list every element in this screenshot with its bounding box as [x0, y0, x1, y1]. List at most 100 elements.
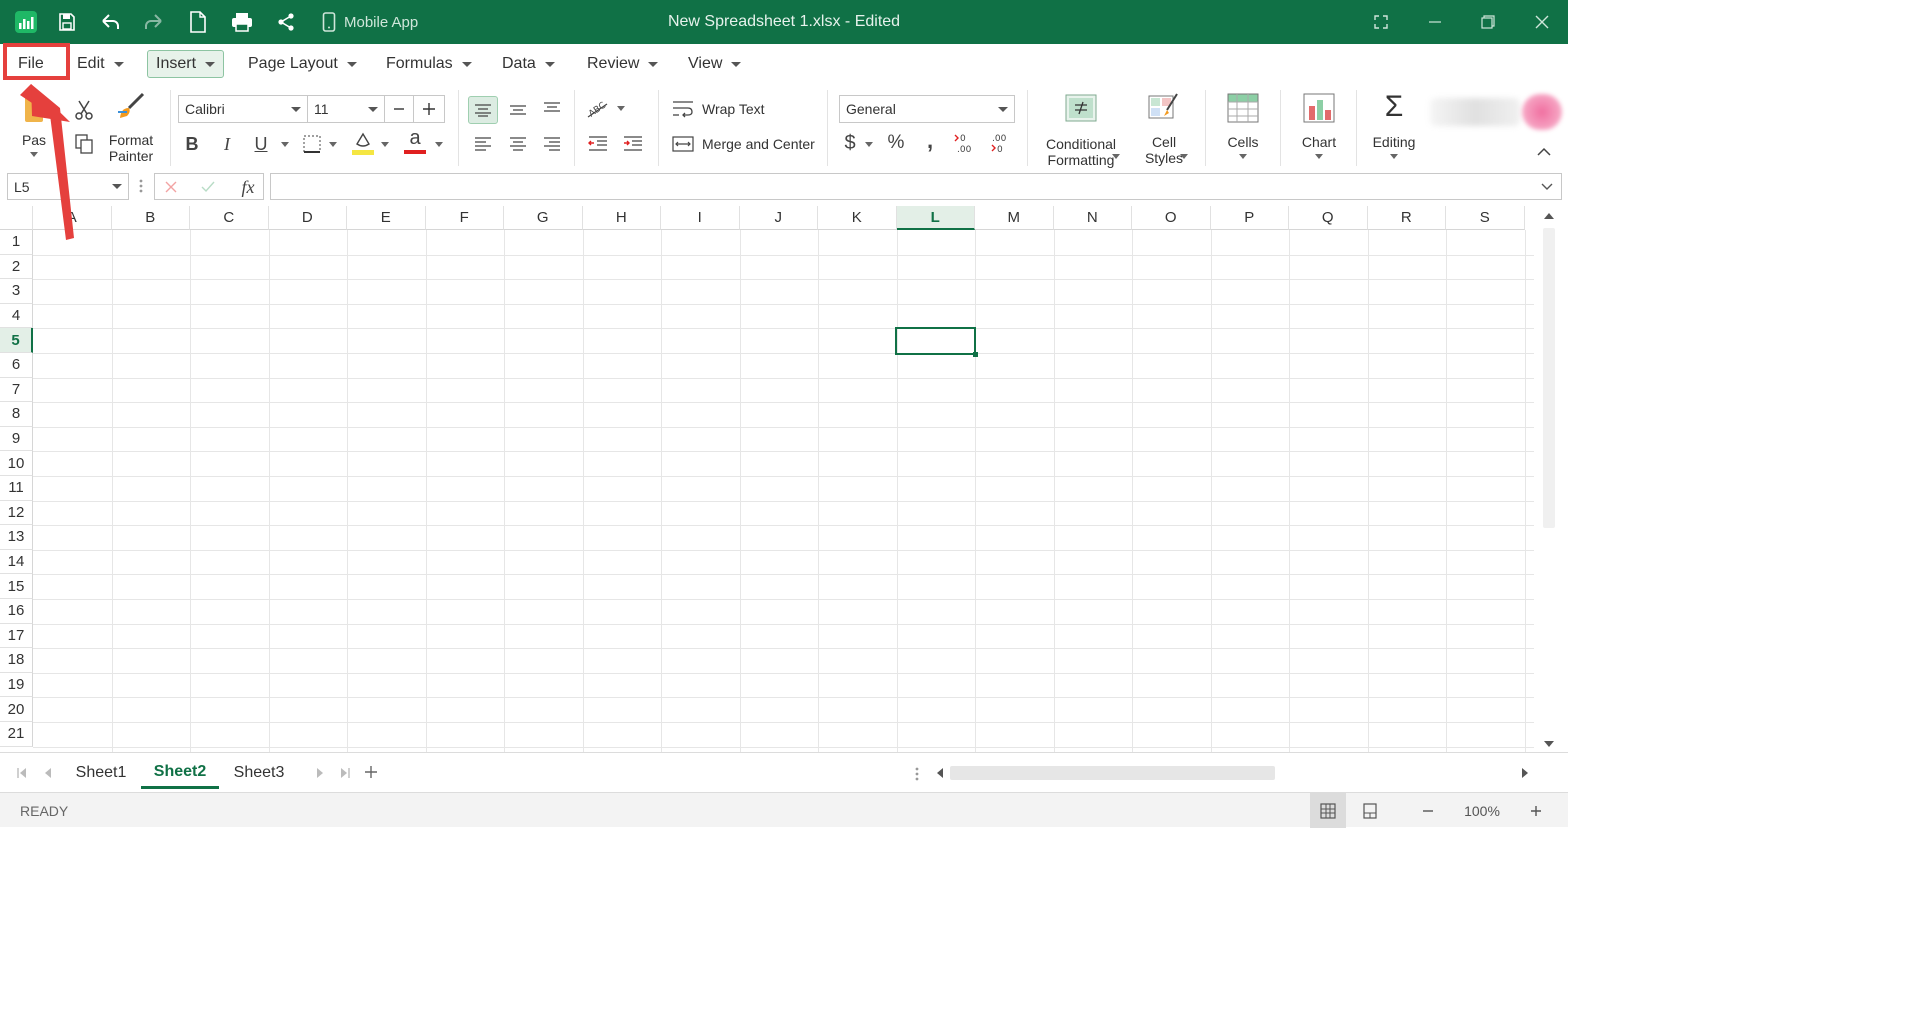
merge-center-button[interactable]: Merge and Center — [672, 135, 815, 153]
selected-cell[interactable] — [894, 327, 976, 355]
underline-dropdown[interactable] — [278, 132, 292, 156]
column-header[interactable]: M — [975, 206, 1054, 230]
row-header[interactable]: 5 — [0, 328, 33, 353]
font-color-dropdown[interactable] — [432, 132, 446, 156]
row-header[interactable]: 8 — [0, 402, 33, 427]
decrease-decimal-button[interactable]: .00 0 — [987, 130, 1013, 156]
fill-color-dropdown[interactable] — [378, 132, 392, 156]
tab-splitter-icon[interactable] — [912, 765, 922, 783]
add-sheet-icon[interactable] — [361, 762, 381, 782]
row-header[interactable]: 15 — [0, 574, 33, 599]
align-right-button[interactable] — [539, 132, 565, 156]
menu-formulas[interactable]: Formulas — [378, 50, 480, 78]
expand-formula-icon[interactable] — [1539, 179, 1555, 195]
select-all-corner[interactable] — [0, 206, 33, 230]
cut-icon[interactable] — [72, 98, 96, 122]
increase-indent-button[interactable] — [619, 132, 647, 156]
sheet-tab-2[interactable]: Sheet2 — [141, 757, 219, 789]
number-format-select[interactable]: General — [839, 95, 1015, 123]
menu-view[interactable]: View — [680, 50, 749, 78]
restore-icon[interactable] — [1477, 0, 1499, 44]
align-top-button[interactable] — [468, 96, 498, 124]
row-header[interactable]: 10 — [0, 451, 33, 476]
scroll-left-icon[interactable] — [934, 766, 946, 780]
column-header[interactable]: H — [582, 206, 661, 230]
paste-button[interactable]: Pas — [16, 90, 52, 157]
scroll-up-icon[interactable] — [1543, 210, 1555, 222]
menu-review[interactable]: Review — [579, 50, 666, 78]
cancel-icon[interactable] — [160, 176, 182, 198]
minimize-icon[interactable] — [1424, 0, 1446, 44]
row-header[interactable]: 18 — [0, 648, 33, 673]
sheet-tab-3[interactable]: Sheet3 — [224, 757, 294, 789]
row-header[interactable]: 16 — [0, 599, 33, 624]
undo-icon[interactable] — [97, 0, 123, 44]
column-header[interactable]: F — [425, 206, 504, 230]
font-name-select[interactable]: Calibri — [178, 95, 308, 123]
collapse-ribbon-icon[interactable] — [1534, 142, 1554, 162]
first-sheet-icon[interactable] — [14, 765, 30, 781]
row-header[interactable]: 20 — [0, 697, 33, 722]
zoom-in-icon[interactable] — [1524, 793, 1548, 828]
row-header[interactable]: 17 — [0, 623, 33, 649]
format-painter-button[interactable]: Format Painter — [104, 92, 158, 164]
confirm-icon[interactable] — [197, 176, 219, 198]
font-size-select[interactable]: 11 — [307, 95, 385, 123]
insert-function-button[interactable]: fx — [235, 176, 261, 198]
bold-button[interactable]: B — [181, 132, 203, 156]
drag-handle-icon[interactable] — [136, 176, 146, 196]
row-header[interactable]: 6 — [0, 353, 33, 378]
currency-button[interactable]: $ — [840, 130, 860, 156]
increase-font-size-button[interactable] — [413, 95, 445, 123]
horizontal-scrollbar-thumb[interactable] — [950, 766, 1275, 780]
mobile-app-button[interactable]: Mobile App — [322, 0, 418, 44]
row-header[interactable]: 19 — [0, 672, 33, 698]
print-icon[interactable] — [229, 0, 255, 44]
row-header[interactable]: 1 — [0, 230, 33, 255]
decrease-indent-button[interactable] — [584, 132, 612, 156]
row-header[interactable]: 21 — [0, 722, 33, 747]
share-icon[interactable] — [274, 0, 298, 44]
align-left-button[interactable] — [470, 132, 496, 156]
normal-view-icon[interactable] — [1310, 793, 1346, 828]
vertical-scrollbar[interactable] — [1537, 206, 1561, 752]
row-header[interactable]: 7 — [0, 377, 33, 403]
fill-color-button[interactable] — [350, 129, 376, 157]
menu-insert[interactable]: Insert — [147, 50, 225, 78]
copy-icon[interactable] — [72, 132, 96, 156]
column-header[interactable]: J — [739, 206, 818, 230]
column-header[interactable]: Q — [1289, 206, 1368, 230]
scroll-right-icon[interactable] — [1519, 766, 1531, 780]
row-header[interactable]: 11 — [0, 476, 33, 501]
sheet-tab-1[interactable]: Sheet1 — [66, 757, 136, 789]
currency-dropdown[interactable] — [862, 132, 876, 156]
row-header[interactable]: 2 — [0, 254, 33, 280]
column-header[interactable]: P — [1210, 206, 1289, 230]
column-header[interactable]: E — [347, 206, 426, 230]
text-orientation-dropdown[interactable] — [614, 98, 628, 118]
menu-page-layout[interactable]: Page Layout — [240, 50, 365, 78]
text-orientation-button[interactable]: ABC — [584, 94, 612, 122]
next-sheet-icon[interactable] — [312, 765, 328, 781]
column-header[interactable]: D — [268, 206, 347, 230]
vertical-scrollbar-thumb[interactable] — [1543, 228, 1555, 528]
italic-button[interactable]: I — [216, 132, 238, 156]
column-header[interactable]: A — [33, 206, 112, 230]
fill-handle[interactable] — [973, 352, 978, 357]
column-header[interactable]: S — [1446, 206, 1525, 230]
increase-decimal-button[interactable]: 0.00 — [952, 130, 978, 156]
align-center-button[interactable] — [505, 132, 531, 156]
close-icon[interactable] — [1531, 0, 1553, 44]
row-header[interactable]: 12 — [0, 500, 33, 526]
percent-button[interactable]: % — [884, 130, 908, 156]
font-color-button[interactable]: a — [402, 126, 428, 156]
row-header[interactable]: 14 — [0, 549, 33, 575]
borders-button[interactable] — [300, 132, 324, 156]
chart-button[interactable]: Chart — [1296, 92, 1342, 159]
row-header[interactable]: 13 — [0, 525, 33, 550]
column-header[interactable]: R — [1367, 206, 1446, 230]
zoom-out-icon[interactable] — [1416, 793, 1440, 828]
name-box[interactable]: L5 — [7, 173, 129, 200]
fullscreen-icon[interactable] — [1370, 0, 1392, 44]
underline-button[interactable]: U — [250, 132, 272, 156]
